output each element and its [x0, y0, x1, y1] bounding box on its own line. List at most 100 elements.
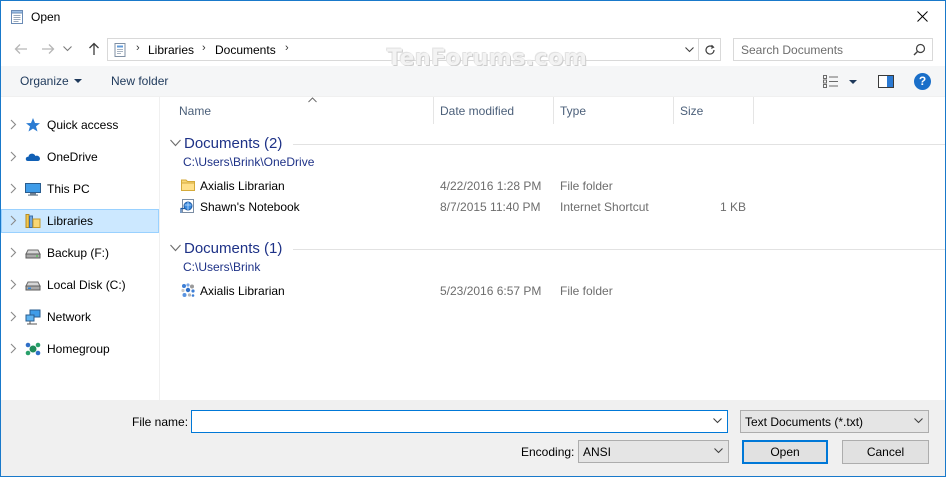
- cloud-icon: [25, 153, 40, 161]
- view-options-icon[interactable]: [823, 75, 839, 88]
- organize-button[interactable]: Organize: [20, 74, 82, 88]
- column-header-date[interactable]: Date modified: [434, 97, 554, 124]
- encoding-label: Encoding:: [521, 445, 575, 459]
- view-dropdown-caret-icon[interactable]: [849, 80, 857, 84]
- chevron-right-icon[interactable]: [9, 311, 17, 322]
- sidebar-item-homegroup[interactable]: Homegroup: [1, 337, 159, 361]
- close-icon: [916, 10, 928, 22]
- breadcrumb-separator: ›: [136, 42, 140, 54]
- group-path: C:\Users\Brink: [183, 260, 261, 274]
- file-name-input[interactable]: [192, 411, 702, 432]
- file-name: Shawn's Notebook: [200, 200, 300, 214]
- chevron-down-icon: [714, 448, 723, 454]
- library-icon: [25, 214, 41, 228]
- file-date: 5/23/2016 6:57 PM: [440, 284, 542, 298]
- sidebar-item-libraries[interactable]: Libraries: [1, 209, 159, 233]
- column-header-type[interactable]: Type: [554, 97, 674, 124]
- encoding-select[interactable]: ANSI: [578, 440, 729, 463]
- back-button[interactable]: [12, 40, 30, 58]
- recent-locations-button[interactable]: [61, 40, 73, 58]
- caret-down-icon: [73, 79, 82, 83]
- window-title: Open: [31, 10, 61, 24]
- chevron-down-icon: [170, 139, 181, 147]
- sidebar-item-quick-access[interactable]: Quick access: [1, 113, 159, 137]
- chevron-down-icon: [684, 47, 694, 53]
- column-header-label: Type: [560, 104, 587, 118]
- file-name-label: File name:: [132, 415, 189, 429]
- sidebar-item-label: Network: [47, 310, 92, 324]
- axialis-icon: [181, 283, 195, 297]
- search-icon: [913, 43, 926, 56]
- refresh-icon: [704, 44, 715, 55]
- file-date: 8/7/2015 11:40 PM: [440, 200, 541, 214]
- sidebar-item-onedrive[interactable]: OneDrive: [1, 145, 159, 169]
- arrow-right-icon: [42, 44, 55, 54]
- group-header[interactable]: Documents (2): [167, 135, 945, 153]
- chevron-right-icon[interactable]: [9, 119, 17, 130]
- breadcrumb-libraries[interactable]: Libraries: [148, 43, 194, 57]
- file-name-field[interactable]: [191, 410, 728, 433]
- sidebar-item-this-pc[interactable]: This PC: [1, 177, 159, 201]
- sidebar-item-local-disk[interactable]: Local Disk (C:): [1, 273, 159, 297]
- breadcrumb-separator: ›: [285, 42, 289, 54]
- sidebar-item-label: Homegroup: [47, 342, 110, 356]
- library-icon: [114, 43, 126, 57]
- forward-button[interactable]: [39, 40, 57, 58]
- sidebar-item-backup-drive[interactable]: Backup (F:): [1, 241, 159, 265]
- close-button[interactable]: [899, 1, 945, 31]
- up-button[interactable]: [85, 40, 103, 58]
- folder-icon: [181, 179, 195, 191]
- group-divider: [293, 249, 945, 250]
- chevron-right-icon[interactable]: [9, 279, 17, 290]
- new-folder-button[interactable]: New folder: [111, 74, 168, 88]
- sidebar-item-label: This PC: [47, 182, 90, 196]
- group-title: Documents (1): [184, 240, 283, 257]
- group-path: C:\Users\Brink\OneDrive: [183, 155, 315, 169]
- command-bar: Organize New folder ?: [1, 66, 945, 97]
- breadcrumb-documents[interactable]: Documents: [215, 43, 276, 57]
- preview-pane-icon[interactable]: [878, 75, 894, 88]
- file-name: Axialis Librarian: [200, 179, 285, 193]
- file-type-select[interactable]: Text Documents (*.txt): [740, 410, 929, 433]
- sidebar-item-label: OneDrive: [47, 150, 98, 164]
- sidebar-item-label: Libraries: [47, 214, 94, 228]
- chevron-right-icon[interactable]: [9, 215, 17, 226]
- notepad-icon: [11, 10, 23, 24]
- chevron-right-icon[interactable]: [9, 151, 17, 162]
- encoding-value: ANSI: [583, 445, 612, 459]
- internet-shortcut-icon: [180, 199, 194, 213]
- chevron-down-icon[interactable]: [713, 418, 722, 424]
- sidebar-item-network[interactable]: Network: [1, 305, 159, 329]
- chevron-right-icon[interactable]: [9, 183, 17, 194]
- sort-ascending-icon: [308, 97, 317, 103]
- file-size: 1 KB: [719, 200, 746, 214]
- help-icon[interactable]: ?: [914, 73, 931, 90]
- title-bar[interactable]: Open: [1, 1, 945, 32]
- list-item[interactable]: Shawn's Notebook 8/7/2015 11:40 PM Inter…: [177, 196, 945, 217]
- navigation-pane: Quick access OneDrive This PC Libraries …: [1, 97, 160, 400]
- computer-icon: [25, 183, 41, 196]
- address-history-button[interactable]: [682, 42, 696, 58]
- chevron-right-icon[interactable]: [9, 343, 17, 354]
- chevron-right-icon[interactable]: [9, 247, 17, 258]
- chevron-down-icon: [62, 46, 72, 52]
- list-item[interactable]: Axialis Librarian 4/22/2016 1:28 PM File…: [177, 175, 945, 196]
- arrow-up-icon: [89, 42, 99, 55]
- list-item[interactable]: Axialis Librarian 5/23/2016 6:57 PM File…: [177, 280, 945, 301]
- column-header-name[interactable]: Name: [171, 97, 434, 124]
- open-button[interactable]: Open: [742, 440, 828, 464]
- group-header[interactable]: Documents (1): [167, 240, 945, 258]
- file-type: File folder: [560, 179, 613, 193]
- sidebar-item-label: Quick access: [47, 118, 119, 132]
- file-list: Name Date modified Type Size Documents (…: [161, 97, 945, 400]
- column-header-size[interactable]: Size: [674, 97, 754, 124]
- star-icon: [26, 118, 40, 132]
- network-icon: [25, 309, 41, 325]
- homegroup-icon: [25, 342, 41, 356]
- file-type: File folder: [560, 284, 613, 298]
- cancel-button[interactable]: Cancel: [842, 440, 929, 464]
- search-input[interactable]: Search Documents: [733, 38, 933, 61]
- file-date: 4/22/2016 1:28 PM: [440, 179, 542, 193]
- arrow-left-icon: [14, 44, 27, 54]
- refresh-button[interactable]: [698, 39, 720, 60]
